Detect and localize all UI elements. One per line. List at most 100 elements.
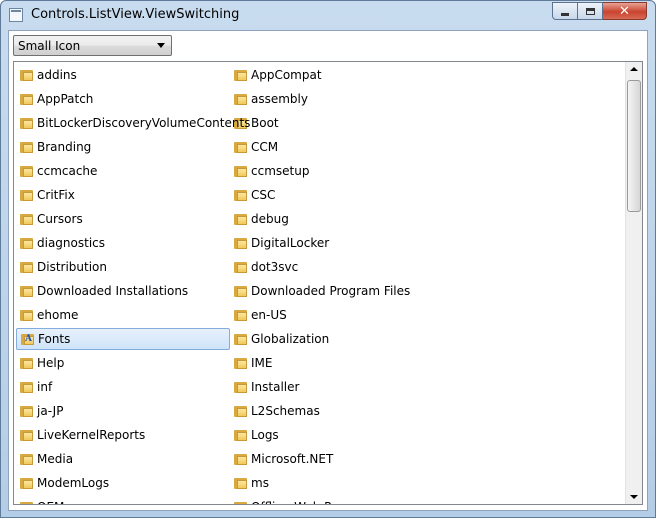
list-item-label: Installer xyxy=(251,380,300,394)
folder-icon xyxy=(20,141,33,153)
folder-icon xyxy=(234,405,247,417)
list-item-label: Media xyxy=(37,452,74,466)
list-item-label: Fonts xyxy=(38,332,71,346)
list-item[interactable]: DigitalLocker xyxy=(230,232,430,254)
folder-icon xyxy=(234,429,247,441)
list-item-label: AppPatch xyxy=(37,92,94,106)
list-item[interactable]: Logs xyxy=(230,424,430,446)
folder-icon xyxy=(234,477,247,489)
folder-icon xyxy=(234,237,247,249)
folder-icon xyxy=(20,285,33,297)
list-item[interactable]: Downloaded Installations xyxy=(16,280,230,302)
list-item-label: ehome xyxy=(37,308,79,322)
list-item-label: AppCompat xyxy=(251,68,322,82)
list-item[interactable]: LiveKernelReports xyxy=(16,424,230,446)
folder-icon xyxy=(20,429,33,441)
maximize-button[interactable] xyxy=(578,2,603,20)
list-item[interactable]: addins xyxy=(16,64,230,86)
list-item-label: DigitalLocker xyxy=(251,236,330,250)
list-item-label: ja-JP xyxy=(37,404,64,418)
scroll-down-icon[interactable] xyxy=(630,495,638,499)
list-item[interactable]: Offline Web Pages xyxy=(230,496,430,504)
fonts-folder-icon: A xyxy=(21,333,34,345)
list-item-label: diagnostics xyxy=(37,236,106,250)
list-item[interactable]: A Fonts xyxy=(16,328,230,350)
list-item-label: BitLockerDiscoveryVolumeContents xyxy=(37,116,251,130)
window-client-area: Small Icon Offline Web Pages ms Microsoft.… xyxy=(8,30,648,511)
vertical-scrollbar[interactable] xyxy=(625,62,642,504)
list-item[interactable]: CritFix xyxy=(16,184,230,206)
list-item[interactable]: inf xyxy=(16,376,230,398)
list-item-label: LiveKernelReports xyxy=(37,428,146,442)
list-item-label: Downloaded Installations xyxy=(37,284,189,298)
list-item[interactable]: AppCompat xyxy=(230,64,430,86)
list-item[interactable]: Media xyxy=(16,448,230,470)
list-item[interactable]: OEM xyxy=(16,496,230,504)
folder-list-view[interactable]: Offline Web Pages ms Microsoft.NET Logs L2Sc… xyxy=(13,61,643,505)
folder-icon xyxy=(20,117,33,129)
list-item-label: ccmsetup xyxy=(251,164,310,178)
folder-icon xyxy=(234,69,247,81)
list-item[interactable]: Boot xyxy=(230,112,430,134)
scroll-up-icon[interactable] xyxy=(630,67,638,71)
folder-icon xyxy=(234,381,247,393)
list-item-label: Downloaded Program Files xyxy=(251,284,411,298)
folder-icon xyxy=(234,501,247,504)
minimize-icon xyxy=(561,12,569,16)
list-item-label: dot3svc xyxy=(251,260,299,274)
caption-buttons: ✕ xyxy=(552,2,647,20)
list-item-label: OEM xyxy=(37,500,64,504)
list-item[interactable]: Microsoft.NET xyxy=(230,448,430,470)
folder-icon xyxy=(20,189,33,201)
title-bar[interactable]: Controls.ListView.ViewSwitching ✕ xyxy=(1,1,655,30)
list-item[interactable]: L2Schemas xyxy=(230,400,430,422)
folder-icon xyxy=(234,189,247,201)
list-item-label: Globalization xyxy=(251,332,330,346)
list-item-label: IME xyxy=(251,356,273,370)
list-item-label: Cursors xyxy=(37,212,83,226)
list-item[interactable]: dot3svc xyxy=(230,256,430,278)
list-item-label: Branding xyxy=(37,140,92,154)
folder-icon xyxy=(234,261,247,273)
list-item[interactable]: Downloaded Program Files xyxy=(230,280,430,302)
list-item[interactable]: diagnostics xyxy=(16,232,230,254)
view-mode-dropdown[interactable]: Small Icon xyxy=(13,35,172,56)
app-icon[interactable] xyxy=(9,8,23,22)
list-item[interactable]: BitLockerDiscoveryVolumeContents xyxy=(16,112,250,134)
list-item[interactable]: IME xyxy=(230,352,430,374)
minimize-button[interactable] xyxy=(552,2,578,20)
list-item[interactable]: Distribution xyxy=(16,256,230,278)
list-item[interactable]: CSC xyxy=(230,184,430,206)
list-item[interactable]: Globalization xyxy=(230,328,430,350)
list-item[interactable]: ModemLogs xyxy=(16,472,230,494)
folder-icon xyxy=(20,93,33,105)
folder-icon xyxy=(20,357,33,369)
list-item[interactable]: ccmsetup xyxy=(230,160,430,182)
list-item[interactable]: assembly xyxy=(230,88,430,110)
list-item-label: CritFix xyxy=(37,188,75,202)
list-item[interactable]: ja-JP xyxy=(16,400,230,422)
scrollbar-thumb[interactable] xyxy=(627,80,641,212)
list-item[interactable]: Installer xyxy=(230,376,430,398)
list-item[interactable]: ms xyxy=(230,472,430,494)
app-window: Controls.ListView.ViewSwitching ✕ Small … xyxy=(0,0,656,518)
list-item[interactable]: AppPatch xyxy=(16,88,230,110)
list-item[interactable]: Cursors xyxy=(16,208,230,230)
list-item[interactable]: CCM xyxy=(230,136,430,158)
list-item[interactable]: ehome xyxy=(16,304,230,326)
list-item-label: ModemLogs xyxy=(37,476,110,490)
close-button[interactable]: ✕ xyxy=(603,2,647,20)
list-item[interactable]: Branding xyxy=(16,136,230,158)
list-item[interactable]: Help xyxy=(16,352,230,374)
list-item[interactable]: debug xyxy=(230,208,430,230)
list-item-label: addins xyxy=(37,68,77,82)
list-item-label: Logs xyxy=(251,428,279,442)
list-item-label: debug xyxy=(251,212,289,226)
list-item[interactable]: ccmcache xyxy=(16,160,230,182)
folder-icon xyxy=(234,309,247,321)
folder-icon xyxy=(20,501,33,504)
list-item[interactable]: en-US xyxy=(230,304,430,326)
folder-icon xyxy=(20,477,33,489)
folder-icon xyxy=(20,69,33,81)
list-item-label: Boot xyxy=(251,116,279,130)
